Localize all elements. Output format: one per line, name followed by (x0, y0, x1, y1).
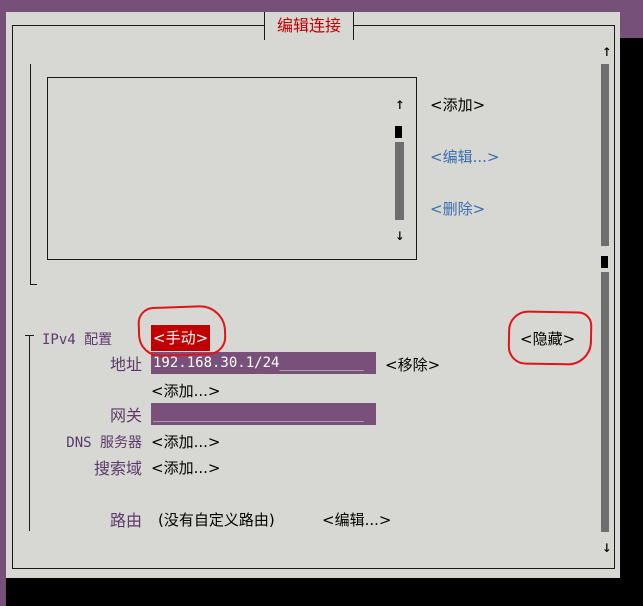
routing-status: (没有自定义路由) (158, 511, 275, 529)
dialog-title: 编辑连接 (264, 12, 355, 40)
search-domains-label: 搜索域 (93, 459, 142, 478)
annotation-circle-hide (507, 310, 593, 366)
list-scroll-up-icon[interactable]: ↑ (395, 95, 405, 113)
connection-list[interactable] (47, 77, 417, 260)
add-address-button[interactable]: <添加...> (151, 381, 220, 401)
main-scrollbar-track-upper[interactable] (601, 64, 609, 246)
section-bracket-end (30, 284, 37, 285)
annotation-circle-method (137, 304, 227, 358)
add-dns-button[interactable]: <添加...> (151, 432, 220, 452)
list-scroll-down-icon[interactable]: ↓ (395, 226, 405, 244)
terminal-background (0, 0, 643, 12)
list-scrollbar-thumb[interactable] (395, 126, 402, 138)
dialog-shadow-bottom (20, 578, 643, 606)
address-label: 地址 (109, 355, 142, 374)
list-scrollbar-track[interactable] (395, 142, 404, 220)
terminal-background-right (620, 0, 643, 38)
dialog-shadow-right (620, 38, 643, 606)
gateway-label: 网关 (109, 406, 142, 425)
address-field-fill: __________ (279, 355, 364, 371)
delete-button[interactable]: <删除> (430, 199, 485, 219)
add-button[interactable]: <添加> (430, 95, 485, 115)
main-scrollbar-thumb[interactable] (601, 256, 608, 268)
main-scroll-down-icon[interactable]: ↓ (602, 538, 612, 556)
edit-button[interactable]: <编辑...> (430, 147, 499, 167)
remove-address-button[interactable]: <移除> (385, 355, 440, 375)
edit-routes-button[interactable]: <编辑...> (322, 510, 391, 530)
ipv4-config-label: IPv4 配置 (42, 332, 113, 348)
section-bracket (30, 64, 31, 285)
add-search-domain-button[interactable]: <添加...> (151, 458, 220, 478)
main-scrollbar-track-lower[interactable] (601, 272, 609, 532)
gateway-field[interactable]: _________________________ (151, 403, 376, 425)
address-value: 192.168.30.1/24 (153, 355, 280, 371)
ipv4-bracket (29, 335, 30, 531)
routing-label: 路由 (109, 511, 142, 530)
dns-servers-label: DNS 服务器 (66, 435, 142, 451)
main-scroll-up-icon[interactable]: ↑ (602, 42, 612, 60)
gateway-field-fill: _________________________ (153, 406, 364, 422)
